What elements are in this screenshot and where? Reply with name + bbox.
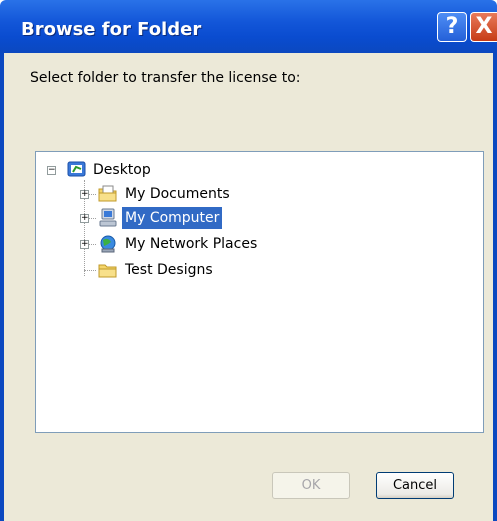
browse-for-folder-dialog: Browse for Folder ? X Select folder to t… (0, 0, 497, 521)
tree-item-my-network-places[interactable]: My Network Places (36, 233, 316, 257)
folder-tree[interactable]: − Desktop + My Documents + My Computer +… (35, 151, 484, 433)
tree-item-label: Test Designs (125, 262, 213, 278)
tree-item-desktop[interactable]: Desktop (36, 159, 236, 183)
tree-item-label: My Documents (125, 186, 230, 202)
tree-item-label: My Computer (122, 207, 223, 229)
tree-item-my-computer[interactable]: My Computer (36, 207, 296, 231)
tree-item-label: My Network Places (125, 236, 258, 252)
help-button[interactable]: ? (437, 12, 467, 42)
window-title: Browse for Folder (21, 19, 202, 40)
window-frame-right (493, 53, 497, 521)
ok-button[interactable]: OK (272, 472, 350, 499)
tree-item-test-designs[interactable]: Test Designs (36, 259, 296, 283)
close-button[interactable]: X (470, 12, 497, 42)
instruction-text: Select folder to transfer the license to… (30, 70, 301, 86)
cancel-button[interactable]: Cancel (376, 472, 454, 499)
tree-item-my-documents[interactable]: My Documents (36, 183, 296, 207)
tree-item-label: Desktop (93, 162, 151, 178)
title-bar[interactable]: Browse for Folder ? X (0, 0, 497, 53)
